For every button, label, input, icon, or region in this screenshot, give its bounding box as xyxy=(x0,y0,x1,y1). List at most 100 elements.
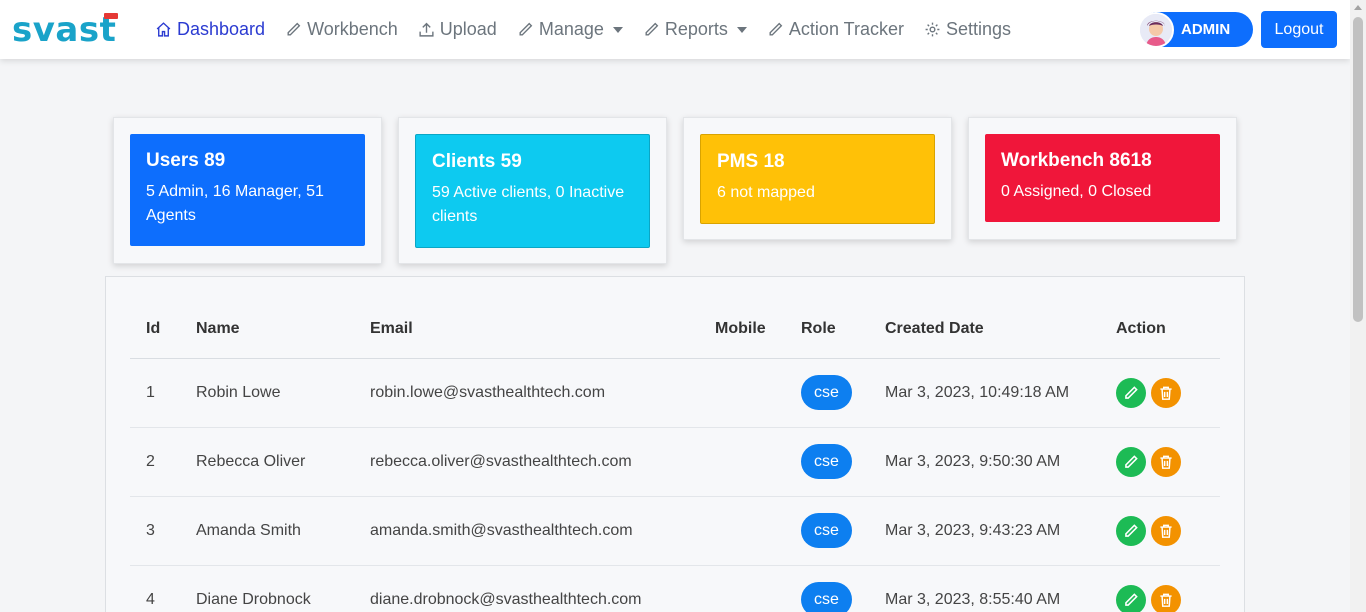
chevron-down-icon xyxy=(612,26,623,33)
nav-reports[interactable]: Reports xyxy=(643,19,747,40)
edit-button[interactable] xyxy=(1116,446,1146,477)
main-nav: Dashboard Workbench Upload Manage Report… xyxy=(155,0,1031,59)
pms-card[interactable]: PMS 18 6 not mapped xyxy=(700,134,935,224)
cell-email: amanda.smith@svasthealthtech.com xyxy=(354,496,699,566)
pencil-icon xyxy=(1125,523,1138,537)
svast-logo[interactable]: svast xyxy=(12,10,116,50)
nav-manage[interactable]: Manage xyxy=(517,19,623,40)
cell-name: Rebecca Oliver xyxy=(180,427,354,497)
nav-action-tracker[interactable]: Action Tracker xyxy=(767,19,904,40)
avatar xyxy=(1138,11,1174,48)
trash-icon xyxy=(1160,386,1172,400)
cell-action xyxy=(1100,358,1220,428)
pencil-icon xyxy=(287,22,301,36)
cell-created: Mar 3, 2023, 10:49:18 AM xyxy=(869,358,1100,428)
nav-workbench-label: Workbench xyxy=(307,19,398,39)
role-badge: cse xyxy=(801,375,852,410)
table-row: 2 Rebecca Oliver rebecca.oliver@svasthea… xyxy=(130,427,1220,497)
chevron-down-icon xyxy=(736,26,747,33)
workbench-card-title: Workbench 8618 xyxy=(1001,150,1152,171)
cell-created: Mar 3, 2023, 8:55:40 AM xyxy=(869,565,1100,612)
col-email: Email xyxy=(354,301,699,359)
cell-mobile xyxy=(699,427,785,497)
cell-created: Mar 3, 2023, 9:43:23 AM xyxy=(869,496,1100,566)
nav-workbench[interactable]: Workbench xyxy=(285,19,398,40)
col-role: Role xyxy=(785,301,869,359)
cell-action xyxy=(1100,496,1220,566)
clients-card-title: Clients 59 xyxy=(432,151,522,172)
users-card-title: Users 89 xyxy=(146,150,226,171)
users-card-container: Users 89 5 Admin, 16 Manager, 51 Agents xyxy=(113,117,382,264)
col-created-date: Created Date xyxy=(869,301,1100,359)
cell-id: 2 xyxy=(130,427,180,497)
delete-button[interactable] xyxy=(1151,377,1181,408)
trash-icon xyxy=(1160,455,1172,469)
clients-card[interactable]: Clients 59 59 Active clients, 0 Inactive… xyxy=(415,134,650,248)
cell-name: Amanda Smith xyxy=(180,496,354,566)
role-badge: cse xyxy=(801,582,852,612)
role-badge: cse xyxy=(801,513,852,548)
cell-action xyxy=(1100,427,1220,497)
delete-button[interactable] xyxy=(1151,515,1181,546)
page-scrollbar[interactable] xyxy=(1350,0,1366,612)
table-row: 3 Amanda Smith amanda.smith@svasthealtht… xyxy=(130,496,1220,566)
cell-id: 3 xyxy=(130,496,180,566)
edit-button[interactable] xyxy=(1116,515,1146,546)
cell-created: Mar 3, 2023, 9:50:30 AM xyxy=(869,427,1100,497)
table-row: 1 Robin Lowe robin.lowe@svasthealthtech.… xyxy=(130,358,1220,428)
workbench-card[interactable]: Workbench 8618 0 Assigned, 0 Closed xyxy=(985,134,1220,222)
scroll-thumb[interactable] xyxy=(1353,17,1363,322)
pencil-icon xyxy=(645,22,659,36)
users-table: Id Name Email Mobile Role Created Date A… xyxy=(130,301,1220,612)
clients-card-subtitle: 59 Active clients, 0 Inactive clients xyxy=(432,184,625,225)
cell-name: Diane Drobnock xyxy=(180,565,354,612)
home-icon xyxy=(156,22,171,37)
cell-mobile xyxy=(699,358,785,428)
workbench-card-subtitle: 0 Assigned, 0 Closed xyxy=(1001,183,1152,200)
nav-upload-label: Upload xyxy=(439,19,497,39)
scroll-up-arrow-icon[interactable] xyxy=(1354,5,1362,10)
nav-settings[interactable]: Settings xyxy=(924,19,1011,40)
role-badge: cse xyxy=(801,444,852,479)
users-table-panel: Id Name Email Mobile Role Created Date A… xyxy=(105,276,1245,612)
col-action: Action xyxy=(1100,301,1220,359)
col-id: Id xyxy=(130,301,180,359)
workbench-card-container: Workbench 8618 0 Assigned, 0 Closed xyxy=(968,117,1237,240)
col-mobile: Mobile xyxy=(699,301,785,359)
col-name: Name xyxy=(180,301,354,359)
table-header-row: Id Name Email Mobile Role Created Date A… xyxy=(130,301,1220,359)
cell-action xyxy=(1100,565,1220,612)
upload-icon xyxy=(419,22,434,37)
nav-settings-label: Settings xyxy=(945,19,1012,39)
pencil-icon xyxy=(1125,454,1138,468)
nav-upload[interactable]: Upload xyxy=(418,19,497,40)
pencil-icon xyxy=(769,22,783,36)
edit-button[interactable] xyxy=(1116,584,1146,612)
table-row: 4 Diane Drobnock diane.drobnock@svasthea… xyxy=(130,565,1220,612)
logo-text: svas xyxy=(12,10,100,50)
cell-role: cse xyxy=(785,496,869,566)
cell-role: cse xyxy=(785,358,869,428)
pencil-icon xyxy=(1125,592,1138,606)
users-card-subtitle: 5 Admin, 16 Manager, 51 Agents xyxy=(146,183,324,224)
delete-button[interactable] xyxy=(1151,446,1181,477)
edit-button[interactable] xyxy=(1116,377,1146,408)
pencil-icon xyxy=(519,22,533,36)
pms-card-container: PMS 18 6 not mapped xyxy=(683,117,952,240)
user-menu[interactable]: ADMIN xyxy=(1138,11,1253,48)
gear-icon xyxy=(925,22,940,37)
cell-mobile xyxy=(699,496,785,566)
nav-reports-label: Reports xyxy=(664,19,728,39)
cell-email: rebecca.oliver@svasthealthtech.com xyxy=(354,427,699,497)
users-card[interactable]: Users 89 5 Admin, 16 Manager, 51 Agents xyxy=(130,134,365,246)
delete-button[interactable] xyxy=(1151,584,1181,612)
user-avatar-icon xyxy=(1140,13,1172,46)
clients-card-container: Clients 59 59 Active clients, 0 Inactive… xyxy=(398,117,667,264)
cell-mobile xyxy=(699,565,785,612)
cell-role: cse xyxy=(785,427,869,497)
trash-icon xyxy=(1160,593,1172,607)
cell-name: Robin Lowe xyxy=(180,358,354,428)
nav-dashboard[interactable]: Dashboard xyxy=(155,19,265,40)
logout-button[interactable]: Logout xyxy=(1261,11,1337,48)
pms-card-subtitle: 6 not mapped xyxy=(717,184,815,201)
